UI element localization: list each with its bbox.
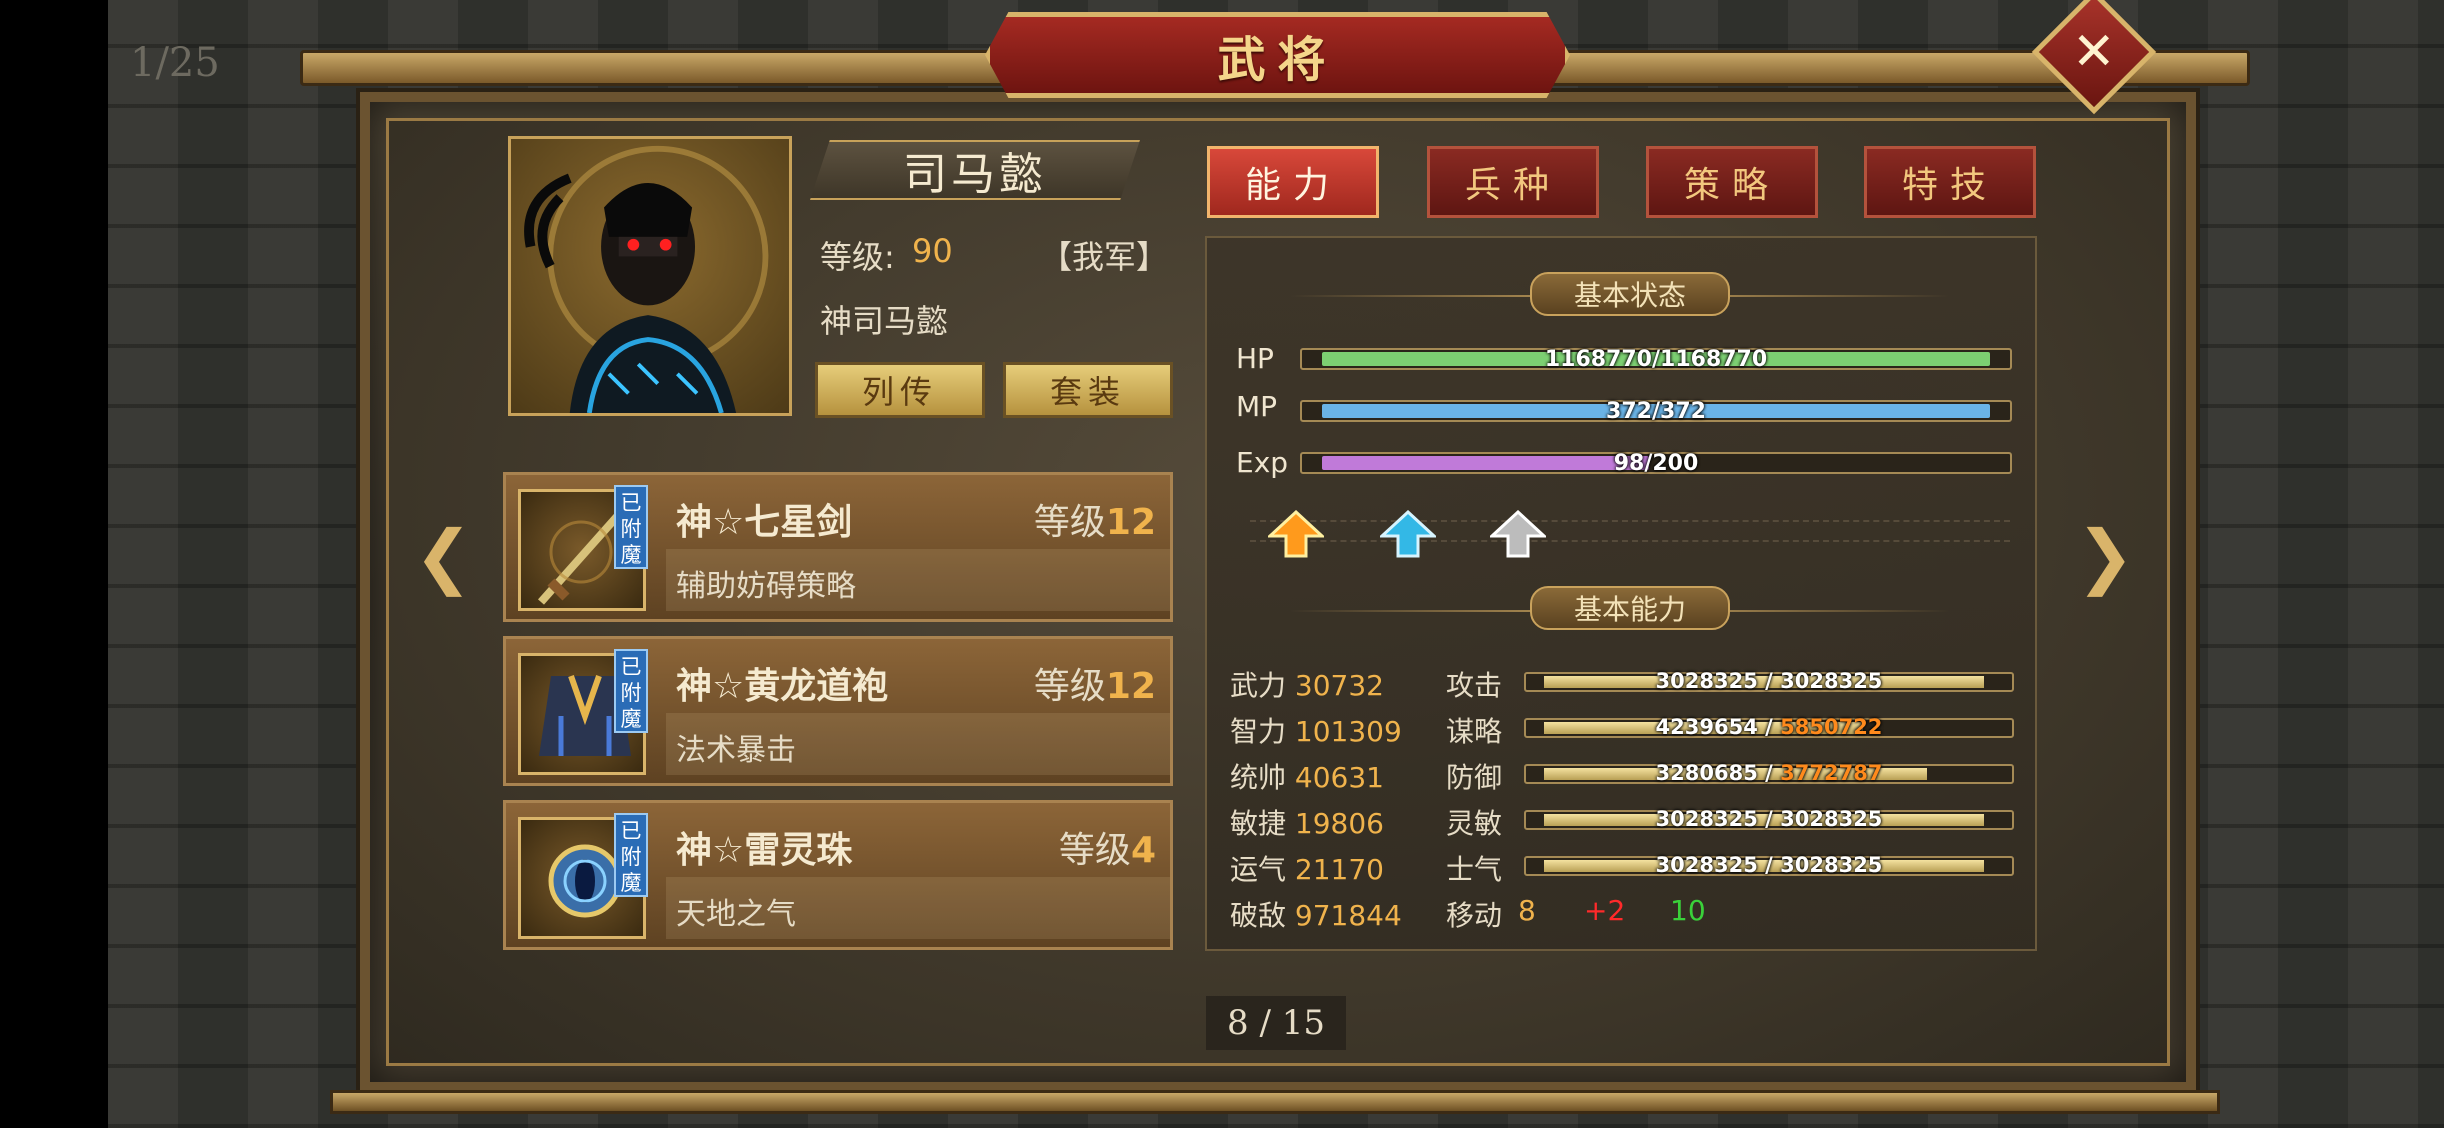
basic-ability-header: 基本能力: [1530, 586, 1730, 630]
stat-label: 敏捷: [1230, 807, 1287, 840]
stat2-label: 士气: [1446, 853, 1503, 886]
exp-text: 98/200: [1613, 451, 1699, 476]
mp-text: 372/372: [1606, 399, 1706, 424]
move-label: 移动: [1446, 899, 1503, 932]
blue-up-arrow-icon[interactable]: [1380, 510, 1436, 558]
stat-row: 敏捷 19806: [1230, 802, 1384, 842]
equipment-name: 神☆七星剑: [676, 502, 853, 543]
hero-faction: 【我军】: [1040, 238, 1169, 276]
equipment-level: 等级4: [1058, 830, 1156, 871]
equipment-slot-weapon[interactable]: 已附魔 神☆七星剑 等级12 辅助妨碍策略: [503, 472, 1173, 622]
stat-label: 运气: [1230, 853, 1287, 886]
stat-row: 运气 21170: [1230, 848, 1384, 888]
hero-level-value: 90: [912, 232, 953, 270]
stat-bar: 4239654 / 5850722: [1524, 715, 2014, 739]
hp-text: 1168770/1168770: [1544, 347, 1768, 372]
enchanted-badge: 已附魔: [614, 649, 648, 733]
background-page-count: 1/25: [130, 40, 220, 86]
equipment-slot-armor[interactable]: 已附魔 神☆黄龙道袍 等级12 法术暴击: [503, 636, 1173, 786]
stat-value: 40631: [1294, 761, 1384, 794]
stat2-label: 攻击: [1446, 669, 1503, 702]
equipment-desc: 法术暴击: [676, 733, 796, 768]
exp-label: Exp: [1236, 446, 1289, 479]
hero-name: 司马懿: [903, 149, 1047, 200]
equipment-slot-accessory[interactable]: 已附魔 神☆雷灵珠 等级4 天地之气: [503, 800, 1173, 950]
bottom-decor-bar: [330, 1090, 2220, 1114]
page-indicator: 8 / 15: [1206, 996, 1346, 1050]
tab-strategy[interactable]: 策略: [1646, 146, 1818, 218]
hp-label: HP: [1236, 342, 1274, 375]
stat-bar: 3028325 / 3028325: [1524, 669, 2014, 693]
hero-title: 神司马懿: [820, 302, 949, 340]
stat-row: 统帅 40631: [1230, 756, 1384, 796]
grey-up-arrow-icon[interactable]: [1490, 510, 1546, 558]
stat-value: 971844: [1294, 899, 1402, 932]
prev-hero-arrow-icon[interactable]: ❮: [414, 520, 473, 592]
equipment-desc: 辅助妨碍策略: [676, 569, 856, 604]
stat2-label: 防御: [1446, 761, 1503, 794]
move-value: 8: [1518, 894, 1536, 927]
stat2-label: 谋略: [1446, 715, 1503, 748]
tab-ability[interactable]: 能力: [1207, 146, 1379, 218]
stat-bar-text: 3028325 / 3028325: [1655, 807, 1883, 831]
equipment-level: 等级12: [1033, 666, 1156, 707]
stat-bar-text: 3028325 / 3028325: [1655, 853, 1883, 877]
equipment-level: 等级12: [1033, 502, 1156, 543]
stat-bar-text: 3028325 / 3028325: [1655, 669, 1883, 693]
title-banner: 武将: [985, 12, 1570, 98]
bio-button[interactable]: 列传: [815, 362, 985, 418]
equipment-name: 神☆黄龙道袍: [676, 666, 889, 707]
warrior-portrait-icon: [524, 145, 769, 413]
equipment-name: 神☆雷灵珠: [676, 830, 853, 871]
move-total: 10: [1670, 894, 1706, 927]
stat-bar: 3028325 / 3028325: [1524, 807, 2014, 831]
stat-bar-text: 4239654 / 5850722: [1655, 715, 1883, 739]
mp-label: MP: [1236, 390, 1278, 423]
stat-bar-text: 3280685 / 3772787: [1655, 761, 1883, 785]
panel-title: 武将: [1217, 32, 1338, 88]
enchanted-badge: 已附魔: [614, 485, 648, 569]
tab-troops[interactable]: 兵种: [1427, 146, 1599, 218]
stat-label: 统帅: [1230, 761, 1287, 794]
stat-value: 21170: [1294, 853, 1384, 886]
exp-bar: 98/200: [1300, 451, 2012, 476]
stat-value: 19806: [1294, 807, 1384, 840]
stat-value: 30732: [1294, 669, 1384, 702]
hero-name-plate: 司马懿: [810, 140, 1140, 200]
stat-row: 破敌 971844: [1230, 894, 1402, 934]
mp-bar: 372/372: [1300, 399, 2012, 424]
stat2-label: 灵敏: [1446, 807, 1503, 840]
stat-bar: 3280685 / 3772787: [1524, 761, 2014, 785]
enchanted-badge: 已附魔: [614, 813, 648, 897]
close-icon: ✕: [2072, 21, 2116, 82]
basic-status-header: 基本状态: [1530, 272, 1730, 316]
next-hero-arrow-icon[interactable]: ❯: [2076, 520, 2135, 592]
stat-label: 智力: [1230, 715, 1287, 748]
hp-bar: 1168770/1168770: [1300, 347, 2012, 372]
stat-label: 武力: [1230, 669, 1287, 702]
move-bonus: +2: [1584, 894, 1626, 927]
stat-bar: 3028325 / 3028325: [1524, 853, 2014, 877]
orange-up-arrow-icon[interactable]: [1268, 510, 1324, 558]
tab-skills[interactable]: 特技: [1864, 146, 2036, 218]
hero-portrait: [508, 136, 792, 416]
stat-row: 智力 101309: [1230, 710, 1402, 750]
stat-value: 101309: [1294, 715, 1402, 748]
set-button[interactable]: 套装: [1003, 362, 1173, 418]
decorative-strip: [1250, 520, 2010, 542]
hero-level-label: 等级:: [820, 238, 895, 276]
equipment-desc: 天地之气: [676, 897, 796, 932]
stat-row: 武力 30732: [1230, 664, 1384, 704]
stat-label: 破敌: [1230, 899, 1287, 932]
